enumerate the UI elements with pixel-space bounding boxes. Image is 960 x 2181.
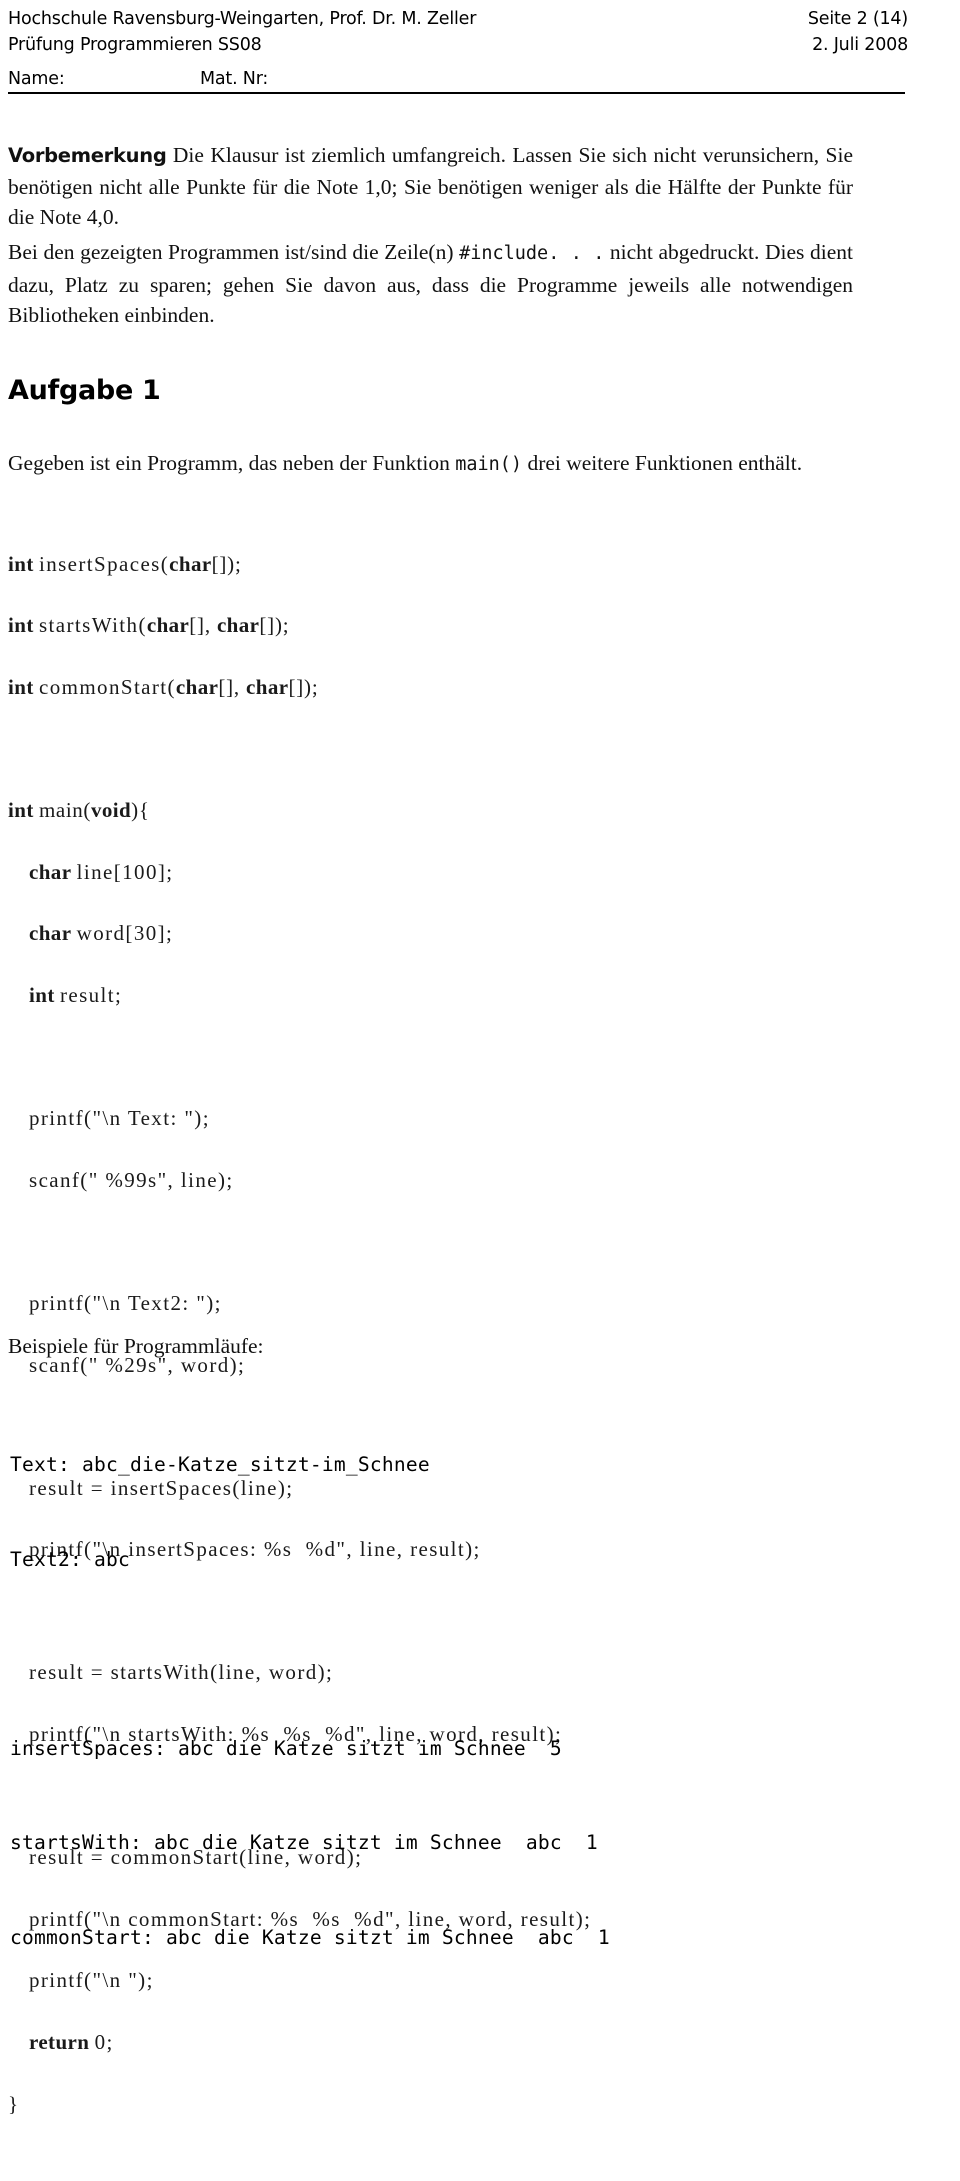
include-note-paragraph: Bei den gezeigten Programmen ist/sind di… [8, 237, 853, 331]
code-line-var-result: int result; [8, 980, 938, 1011]
var-line-decl: line[100]; [76, 859, 174, 884]
decl-startswith-name: startsWith( [38, 613, 147, 638]
code-blank-line-3 [8, 1226, 938, 1257]
task-intro-after: drei weitere Funktionen enthält. [522, 451, 803, 475]
keyword-int-3: int [8, 674, 34, 699]
code-line-return: return 0; [8, 2027, 938, 2058]
decl-startswith-mid: [], [189, 613, 217, 638]
code-line-main-signature: int main(void){ [8, 795, 938, 826]
task-intro-paragraph: Gegeben ist ein Programm, das neben der … [8, 448, 853, 481]
keyword-char-3a: char [175, 674, 219, 699]
code-line-printf-text2: printf("\n Text2: "); [8, 1288, 938, 1319]
keyword-char-3b: char [246, 674, 289, 699]
code-line-decl-insertspaces: int insertSpaces(char[]); [8, 549, 938, 580]
printf-text2-stmt: printf("\n Text2: "); [29, 1290, 222, 1315]
page-number-label: Seite 2 (14) [807, 9, 908, 29]
exam-page: Hochschule Ravensburg-Weingarten, Prof. … [0, 0, 960, 2116]
main-closing-brace: } [8, 2091, 19, 2116]
task-heading: Aufgabe 1 [8, 375, 161, 406]
header-top-row: Hochschule Ravensburg-Weingarten, Prof. … [8, 6, 908, 32]
decl-insertspaces-tail: []); [211, 551, 242, 576]
console-line-insertspaces: insertSpaces: abc die Katze sitzt im Sch… [10, 1736, 562, 1760]
task-intro-before: Gegeben ist ein Programm, das neben der … [8, 451, 456, 475]
code-line-printf-text: printf("\n Text: "); [8, 1103, 938, 1134]
keyword-int-1: int [8, 551, 34, 576]
code-line-close-brace: } [8, 2089, 938, 2120]
scanf-line-stmt: scanf(" %99s", line); [29, 1167, 234, 1192]
keyword-char-2a: char [146, 613, 190, 638]
preface-paragraph: Vorbemerkung Die Klausur ist ziemlich um… [8, 140, 853, 233]
console-line-text2: Text2: abc [10, 1547, 130, 1571]
code-blank-line-2 [8, 1042, 938, 1073]
decl-insertspaces-name: insertSpaces( [38, 551, 170, 576]
keyword-int-main: int [8, 798, 34, 823]
include-ellipsis: . . . [548, 243, 605, 264]
keyword-char-2b: char [216, 613, 260, 638]
var-word-decl: word[30]; [76, 921, 174, 946]
main-function-code: main() [455, 454, 523, 475]
exam-title-line: Prüfung Programmieren SS08 [8, 35, 262, 55]
include-note-text-before: Bei den gezeigten Programmen ist/sind di… [8, 240, 460, 264]
code-line-scanf-line: scanf(" %99s", line); [8, 1165, 938, 1196]
header-divider-rule [8, 92, 905, 94]
console-line-text: Text: abc_die-Katze_sitzt-im_Schnee [10, 1453, 430, 1476]
main-signature-tail: ){ [131, 798, 150, 823]
header-second-row: Prüfung Programmieren SS08 2. Juli 2008 [8, 32, 908, 58]
page-header: Hochschule Ravensburg-Weingarten, Prof. … [8, 6, 908, 92]
exam-date: 2. Juli 2008 [812, 35, 908, 55]
include-directive-code: #include [459, 243, 549, 264]
console-line-commonstart: commonStart: abc die Katze sitzt im Schn… [10, 1925, 610, 1949]
matriculation-number-label: Mat. Nr: [200, 69, 269, 89]
code-line-var-word: char word[30]; [8, 918, 938, 949]
printf-text-stmt: printf("\n Text: "); [29, 1106, 210, 1131]
preface-lead-label: Vorbemerkung [8, 144, 167, 167]
keyword-int-result: int [29, 982, 55, 1007]
console-line-startswith: startsWith: abc die Katze sitzt im Schne… [10, 1831, 598, 1854]
keyword-int-2: int [8, 613, 34, 638]
examples-caption: Beispiele für Programmläufe: [8, 1334, 264, 1358]
code-line-decl-startswith: int startsWith(char[], char[]); [8, 610, 938, 641]
header-name-row: Name: Mat. Nr: [8, 66, 908, 92]
code-line-decl-commonstart: int commonStart(char[], char[]); [8, 672, 938, 703]
keyword-char-word: char [29, 921, 72, 946]
keyword-char-line: char [29, 859, 72, 884]
keyword-return: return [29, 2030, 90, 2055]
decl-commonstart-tail: []); [288, 674, 319, 699]
main-function-name: main( [38, 798, 91, 823]
name-field-label: Name: [8, 69, 65, 89]
decl-startswith-tail: []); [259, 613, 290, 638]
code-line-var-line: char line[100]; [8, 857, 938, 888]
code-blank-line-1 [8, 734, 938, 765]
console-output-block: Text: abc_die-Katze_sitzt-im_Schnee Text… [10, 1386, 610, 2016]
keyword-char-1: char [169, 551, 212, 576]
return-value: 0; [94, 2030, 114, 2055]
institution-line: Hochschule Ravensburg-Weingarten, Prof. … [8, 9, 477, 29]
var-result-decl: result; [59, 982, 123, 1007]
decl-commonstart-name: commonStart( [38, 674, 176, 699]
keyword-void: void [90, 798, 132, 823]
decl-commonstart-mid: [], [218, 674, 247, 699]
